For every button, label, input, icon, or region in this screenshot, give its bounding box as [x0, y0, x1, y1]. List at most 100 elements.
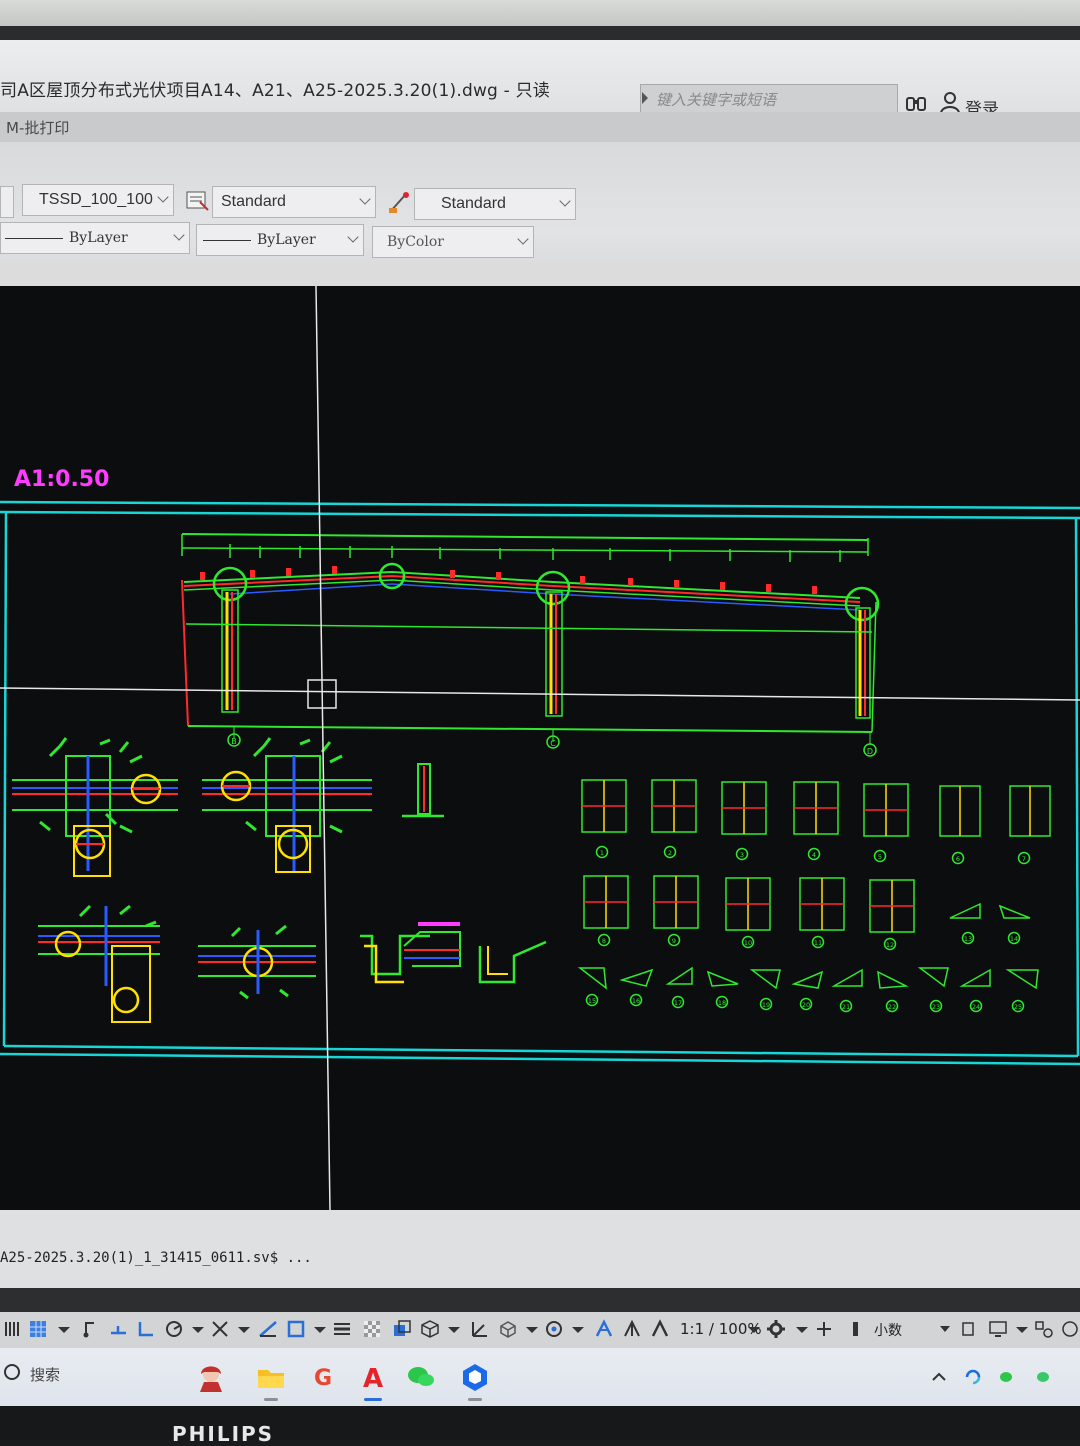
chevron-down-icon[interactable] [940, 1326, 950, 1332]
transparency-icon[interactable] [362, 1319, 382, 1339]
text-style-combo[interactable]: Standard [212, 186, 376, 218]
drawing-canvas[interactable]: A1:0.50 B C D 1 2 3 4 5 6 7 8 9 10 11 12… [0, 286, 1080, 1210]
clean-screen-icon[interactable] [988, 1319, 1008, 1339]
text-style-combo-value: Standard [221, 193, 286, 210]
grid-label-b: B [231, 737, 237, 746]
grid-label-d: D [867, 747, 873, 756]
layer-combo-value: TSSD_100_100 [39, 191, 153, 208]
detail-number: 11 [814, 939, 822, 947]
chevron-down-icon[interactable] [188, 1319, 208, 1339]
file-explorer-icon[interactable] [256, 1362, 286, 1392]
lineweight-combo-value: ByLayer [257, 232, 316, 248]
workspace-gear-icon[interactable] [766, 1319, 786, 1339]
3d-object-snap-icon[interactable] [420, 1319, 440, 1339]
layer-combo[interactable]: TSSD_100_100 [22, 184, 174, 216]
annotation-scale-icon[interactable] [650, 1319, 670, 1339]
search-icon[interactable] [4, 1364, 20, 1380]
dim-style-icon[interactable] [386, 190, 412, 216]
color-combo[interactable]: ByColor [372, 226, 534, 258]
joint-detail-2 [202, 737, 372, 873]
object-snap-icon[interactable] [286, 1319, 306, 1339]
wechat-work-tray-icon[interactable] [1034, 1368, 1052, 1386]
lineweight-display-icon[interactable] [332, 1319, 352, 1339]
snap-mode-icon[interactable] [80, 1319, 100, 1339]
annotation-visibility-icon[interactable] [594, 1319, 614, 1339]
document-title: 司A区屋顶分布式光伏项目A14、A21、A25-2025.3.20(1).dwg… [0, 81, 550, 101]
autocad-icon[interactable]: A [358, 1362, 388, 1392]
chevron-down-icon[interactable] [234, 1319, 254, 1339]
drawing-svg: A1:0.50 B C D 1 2 3 4 5 6 78 9 10 11 121… [0, 286, 1080, 1210]
wechat-tray-icon[interactable] [998, 1368, 1016, 1386]
chevron-down-icon[interactable] [1012, 1319, 1032, 1339]
chevron-down-icon[interactable] [444, 1319, 464, 1339]
detail-number: 9 [672, 937, 676, 945]
svg-text:A: A [363, 1364, 383, 1392]
object-snap-tracking-icon[interactable] [258, 1319, 278, 1339]
selection-cycling-icon[interactable] [392, 1319, 412, 1339]
detail-number: 7 [1022, 855, 1026, 863]
layer-prev-button[interactable] [0, 186, 14, 218]
app-active-indicator [364, 1398, 382, 1401]
detail-number: 16 [632, 997, 640, 1005]
navigation-wheel-icon[interactable] [544, 1319, 564, 1339]
infer-constraints-icon[interactable] [108, 1319, 128, 1339]
sync-icon[interactable] [964, 1368, 982, 1386]
section-details [577, 779, 1051, 990]
frame-elevation [181, 533, 880, 744]
section-label: A1:0.50 [14, 467, 109, 492]
chevron-down-icon[interactable] [568, 1319, 588, 1339]
detail-number: 3 [740, 851, 744, 859]
menu-icon[interactable] [1060, 1319, 1080, 1339]
search-expand-icon[interactable] [642, 92, 648, 104]
detail-number: 25 [1014, 1003, 1022, 1011]
view-cube-icon[interactable] [498, 1319, 518, 1339]
isodraft-icon[interactable] [210, 1319, 230, 1339]
chevron-up-icon[interactable] [930, 1368, 948, 1386]
chevron-down-icon[interactable] [792, 1319, 812, 1339]
detail-number: 5 [878, 853, 882, 861]
detail-number: 18 [718, 999, 726, 1007]
menu-item-batch-plot[interactable]: M-批打印 [6, 117, 69, 138]
dim-style-combo-value: Standard [441, 195, 506, 212]
dim-style-combo[interactable]: Standard [414, 188, 576, 220]
chevron-down-icon[interactable] [54, 1319, 74, 1339]
chevron-down-icon[interactable] [744, 1319, 764, 1339]
hardware-acceleration-icon[interactable] [958, 1319, 978, 1339]
plus-icon[interactable] [814, 1319, 834, 1339]
windows-taskbar [0, 1348, 1080, 1406]
hexagon-app-icon[interactable] [460, 1362, 490, 1392]
wechat-icon[interactable] [406, 1362, 436, 1392]
avatar-app-icon[interactable] [196, 1362, 226, 1392]
ortho-mode-icon[interactable] [136, 1319, 156, 1339]
help-search-input[interactable] [656, 86, 896, 114]
linetype-combo[interactable]: ByLayer [0, 222, 190, 254]
user-icon[interactable] [940, 92, 960, 114]
model-space-icon[interactable] [2, 1319, 22, 1339]
auto-scale-icon[interactable] [622, 1319, 642, 1339]
purlin-support-detail [360, 922, 547, 984]
chevron-down-icon[interactable] [522, 1319, 542, 1339]
dynamic-ucs-icon[interactable] [470, 1319, 490, 1339]
lineweight-combo[interactable]: ByLayer [196, 224, 364, 256]
text-style-icon[interactable] [184, 188, 210, 214]
column-c [545, 591, 563, 717]
taskbar-search-label[interactable]: 搜索 [30, 1364, 60, 1385]
monitor-bottom-bezel [0, 1406, 1080, 1440]
monitor-top-bezel [0, 0, 1080, 40]
crosshair-cursor [0, 286, 1080, 1210]
joint-detail-4 [198, 924, 316, 1000]
polar-tracking-icon[interactable] [164, 1319, 184, 1339]
isolate-objects-icon[interactable] [846, 1319, 866, 1339]
customization-icon[interactable] [1034, 1319, 1054, 1339]
chrome-g-icon[interactable]: G [308, 1362, 338, 1392]
detail-number: 14 [1010, 935, 1018, 943]
app-running-indicator [264, 1398, 278, 1401]
detail-number: 19 [762, 1001, 770, 1009]
chevron-down-icon[interactable] [310, 1319, 330, 1339]
chevron-down-icon [517, 233, 529, 245]
app-running-indicator [468, 1398, 482, 1401]
units-value[interactable]: 小数 [874, 1320, 902, 1340]
column-b [221, 589, 239, 713]
menu-bar [0, 112, 1080, 142]
grid-display-icon[interactable] [28, 1319, 48, 1339]
